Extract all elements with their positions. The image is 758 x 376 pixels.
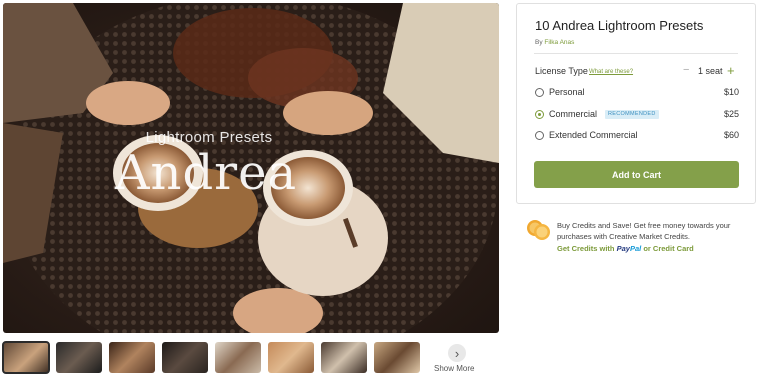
chevron-right-icon: › [454, 345, 460, 361]
add-to-cart-button[interactable]: Add to Cart [534, 161, 739, 188]
license-option-name: Commercial [549, 109, 598, 119]
paypal-logo: PayPal [616, 244, 642, 253]
radio-button-selected[interactable] [535, 110, 544, 119]
thumbnail[interactable] [109, 342, 155, 373]
thumbnail[interactable] [2, 341, 50, 374]
thumbnail[interactable] [321, 342, 367, 373]
get-credits-prefix: Get Credits with [557, 244, 615, 253]
divider [534, 53, 738, 54]
product-author-line: By Filka Anas [535, 39, 574, 46]
thumbnail[interactable] [215, 342, 261, 373]
author-link[interactable]: Filka Anas [544, 39, 574, 46]
license-option-name: Extended Commercial [549, 130, 638, 140]
get-credits-link[interactable]: Get Credits with PayPal or Credit Card [557, 244, 694, 253]
license-type-label: License Type [535, 66, 588, 76]
coins-icon [527, 220, 550, 240]
hero-subtitle: Lightroom Presets [145, 129, 273, 146]
seat-increment-button[interactable]: + [727, 63, 735, 78]
seat-decrement-button[interactable]: − [683, 64, 689, 76]
show-more-button[interactable]: › [448, 344, 466, 362]
credits-promo-text: Buy Credits and Save! Get free money tow… [557, 221, 731, 241]
hero-title: Andrea [114, 145, 298, 201]
thumbnail[interactable] [162, 342, 208, 373]
license-option-price: $25 [723, 109, 739, 119]
product-title: 10 Andrea Lightroom Presets [535, 18, 704, 33]
license-option-price: $10 [723, 87, 739, 97]
author-prefix: By [535, 39, 543, 46]
show-more-label[interactable]: Show More [434, 364, 474, 373]
radio-button[interactable] [535, 131, 544, 140]
seat-count: 1 seat [698, 66, 723, 76]
license-option-commercial[interactable]: Commercial RECOMMENDED $25 [535, 108, 739, 122]
license-option-personal[interactable]: Personal $10 [535, 86, 739, 100]
thumbnail[interactable] [268, 342, 314, 373]
license-info-link[interactable]: What are these? [589, 69, 633, 75]
license-option-name: Personal [549, 87, 585, 97]
thumbnail[interactable] [56, 342, 102, 373]
radio-button[interactable] [535, 88, 544, 97]
get-credits-suffix: or Credit Card [643, 244, 694, 253]
purchase-card: 10 Andrea Lightroom Presets By Filka Ana… [516, 3, 756, 204]
recommended-badge: RECOMMENDED [605, 110, 659, 119]
license-option-price: $60 [723, 130, 739, 140]
license-option-extended-commercial[interactable]: Extended Commercial $60 [535, 129, 739, 143]
product-hero-image[interactable]: Lightroom Presets Andrea [3, 3, 499, 333]
thumbnail[interactable] [374, 342, 420, 373]
